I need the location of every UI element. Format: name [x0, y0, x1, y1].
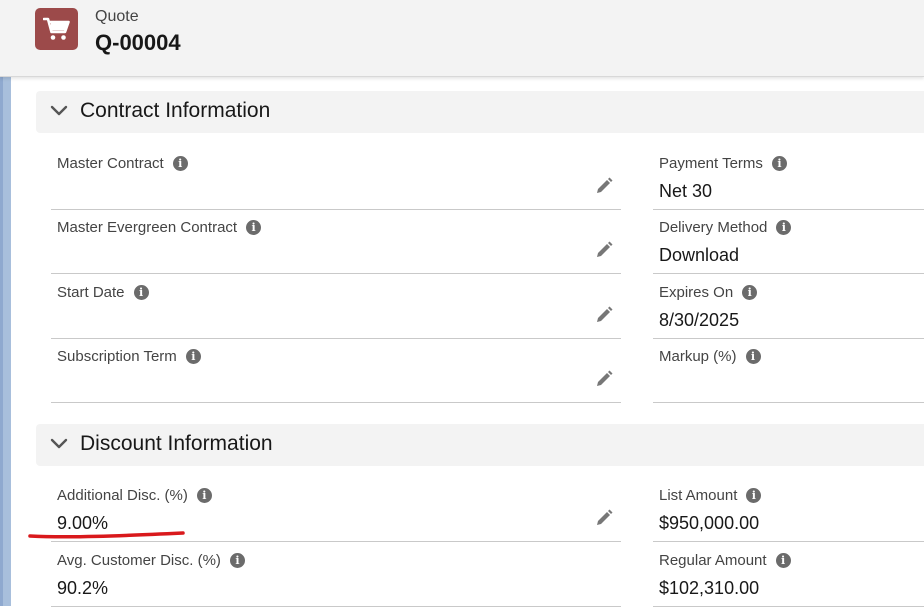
- field-label: Markup (%): [659, 348, 737, 365]
- info-icon[interactable]: i: [745, 349, 761, 364]
- edit-pencil-icon[interactable]: [595, 177, 613, 195]
- field-delivery-method: Delivery Method i Download: [653, 211, 924, 274]
- section-title: Contract Information: [80, 99, 271, 122]
- object-type-label: Quote: [95, 8, 139, 25]
- field-value: Download: [659, 245, 740, 265]
- section-title: Discount Information: [80, 432, 273, 455]
- field-label: Delivery Method: [659, 219, 768, 236]
- field-master-evergreen-contract: Master Evergreen Contract i: [51, 211, 621, 274]
- field-label: Payment Terms: [659, 155, 763, 172]
- field-label: Regular Amount: [659, 552, 767, 569]
- field-label: Avg. Customer Disc. (%): [57, 552, 221, 569]
- field-start-date: Start Date i: [51, 276, 621, 339]
- info-icon[interactable]: i: [775, 553, 791, 568]
- edit-pencil-icon[interactable]: [595, 509, 613, 527]
- info-icon[interactable]: i: [185, 349, 201, 364]
- section-header-contract-information[interactable]: Contract Information: [36, 91, 924, 133]
- field-value: $950,000.00: [659, 513, 760, 533]
- field-payment-terms: Payment Terms i Net 30: [653, 147, 924, 210]
- info-icon[interactable]: i: [172, 156, 188, 171]
- red-underline-annotation: [28, 531, 185, 539]
- field-label: Master Evergreen Contract: [57, 219, 238, 236]
- field-label: Additional Disc. (%): [57, 487, 188, 504]
- field-master-contract: Master Contract i: [51, 147, 621, 210]
- field-avg-customer-disc: Avg. Customer Disc. (%) i 90.2%: [51, 544, 621, 607]
- chevron-down-icon[interactable]: [50, 437, 68, 451]
- field-subscription-term: Subscription Term i: [51, 340, 621, 403]
- info-icon[interactable]: i: [196, 488, 212, 503]
- field-label: List Amount: [659, 487, 738, 504]
- info-icon[interactable]: i: [746, 488, 762, 503]
- info-icon[interactable]: i: [229, 553, 245, 568]
- cart-icon: [35, 8, 78, 50]
- info-icon[interactable]: i: [133, 285, 149, 300]
- edit-pencil-icon[interactable]: [595, 241, 613, 259]
- field-regular-amount: Regular Amount i $102,310.00: [653, 544, 924, 607]
- field-value: 90.2%: [57, 578, 109, 598]
- field-value: Net 30: [659, 181, 713, 201]
- info-icon[interactable]: i: [776, 220, 792, 235]
- edit-pencil-icon[interactable]: [595, 306, 613, 324]
- edit-pencil-icon[interactable]: [595, 370, 613, 388]
- field-label: Start Date: [57, 284, 125, 301]
- field-value: 8/30/2025: [659, 310, 740, 330]
- field-markup: Markup (%) i: [653, 340, 924, 403]
- info-icon[interactable]: i: [742, 285, 758, 300]
- section-header-discount-information[interactable]: Discount Information: [36, 424, 924, 466]
- field-label: Expires On: [659, 284, 734, 301]
- chevron-down-icon[interactable]: [50, 104, 68, 118]
- field-list-amount: List Amount i $950,000.00: [653, 479, 924, 542]
- info-icon[interactable]: i: [771, 156, 787, 171]
- left-background-strip: [0, 77, 11, 606]
- record-name: Q-00004: [95, 30, 181, 55]
- field-value: $102,310.00: [659, 578, 760, 598]
- record-header: Quote Q-00004: [0, 0, 924, 77]
- field-label: Subscription Term: [57, 348, 177, 365]
- field-expires-on: Expires On i 8/30/2025: [653, 276, 924, 339]
- field-label: Master Contract: [57, 155, 164, 172]
- info-icon[interactable]: i: [246, 220, 262, 235]
